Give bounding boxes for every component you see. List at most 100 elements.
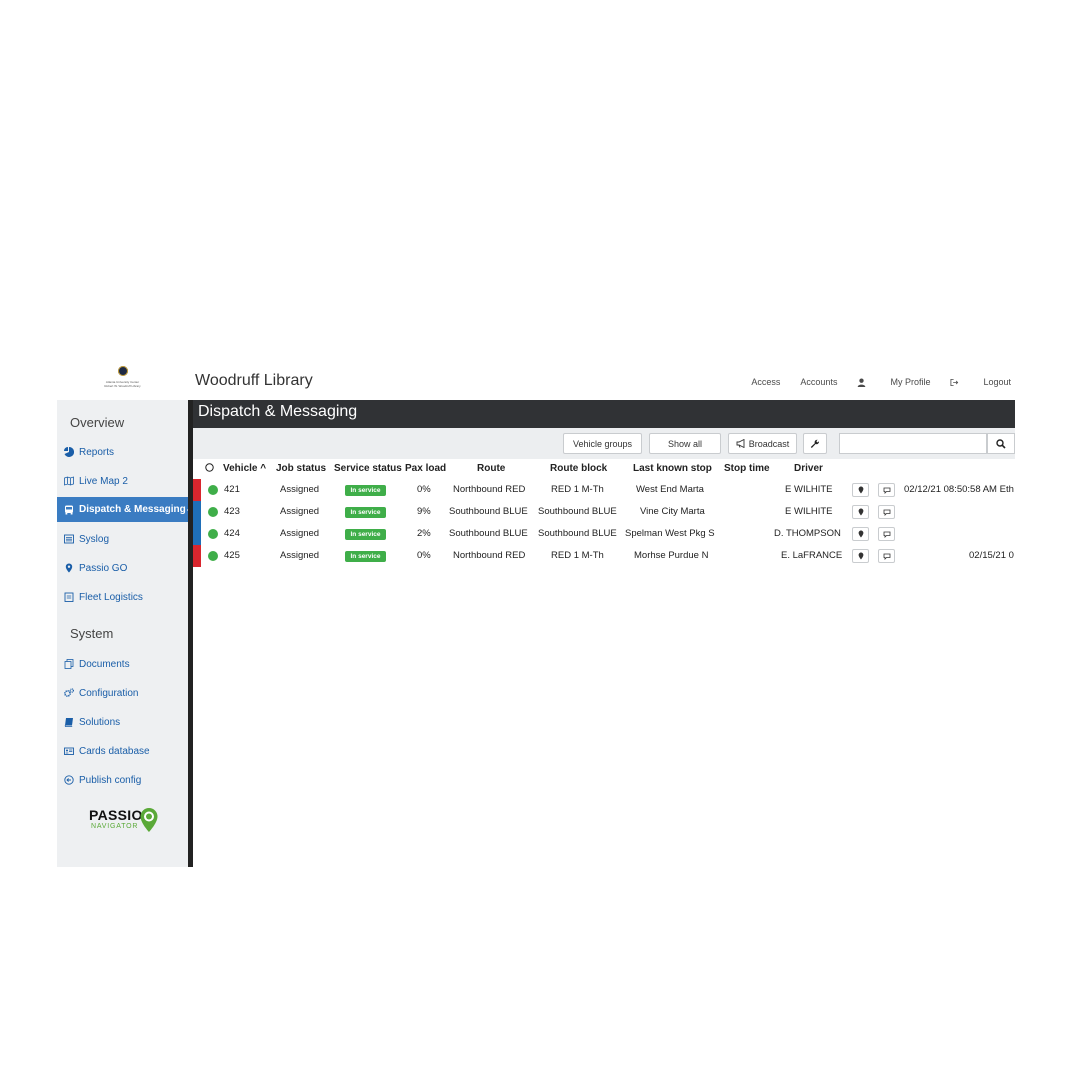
col-last-known-stop[interactable]: Last known stop xyxy=(633,463,712,474)
service-status-badge: In service xyxy=(345,485,386,496)
select-all-radio[interactable] xyxy=(205,463,214,475)
cell-last-message: 02/15/21 0 xyxy=(969,550,1014,561)
route-color-stripe xyxy=(193,545,201,567)
cell-last-known-stop: Morhse Purdue N xyxy=(634,550,709,561)
cell-pax-load: 0% xyxy=(417,550,431,561)
user-icon xyxy=(858,378,866,387)
sidebar-item-passio-go[interactable]: Passio GO xyxy=(57,557,188,579)
service-status-badge: In service xyxy=(345,551,386,562)
col-vehicle[interactable]: Vehicle ^ xyxy=(223,463,266,474)
sidebar-item-dispatch-messaging[interactable]: Dispatch & Messaging xyxy=(57,497,192,522)
sidebar-item-label: Reports xyxy=(79,446,115,458)
sidebar-item-syslog[interactable]: Syslog xyxy=(57,528,188,550)
table-row[interactable]: 425 Assigned In service 0% Northbound RE… xyxy=(193,545,1015,567)
sidebar-item-solutions[interactable]: Solutions xyxy=(57,711,188,733)
documents-icon xyxy=(64,659,74,669)
col-service-status[interactable]: Service status xyxy=(334,463,402,474)
sidebar-item-label: Configuration xyxy=(79,687,139,699)
sidebar-item-cards-database[interactable]: Cards database xyxy=(57,740,188,762)
cell-vehicle: 425 xyxy=(224,550,240,561)
settings-wrench-button[interactable] xyxy=(803,433,827,454)
wrench-icon xyxy=(810,439,820,448)
service-status-badge: In service xyxy=(345,529,386,540)
my-profile-label: My Profile xyxy=(890,377,931,387)
message-button[interactable] xyxy=(878,483,895,497)
app-title: Woodruff Library xyxy=(195,372,313,389)
col-stop-time[interactable]: Stop time xyxy=(724,463,770,474)
sidebar-item-publish-config[interactable]: Publish config xyxy=(57,769,188,791)
sidebar-item-configuration[interactable]: Configuration xyxy=(57,682,188,704)
col-job-status[interactable]: Job status xyxy=(276,463,326,474)
route-color-stripe xyxy=(193,501,201,523)
cell-vehicle: 423 xyxy=(224,506,240,517)
broadcast-label: Broadcast xyxy=(748,438,790,449)
cell-route: Southbound BLUE xyxy=(449,528,528,539)
message-button[interactable] xyxy=(878,527,895,541)
cell-last-known-stop: Spelman West Pkg S xyxy=(625,528,715,539)
access-link[interactable]: Access xyxy=(751,377,780,387)
logout-link[interactable]: Logout xyxy=(950,377,1011,387)
locate-button[interactable] xyxy=(852,527,869,541)
map-marker-icon xyxy=(858,530,863,538)
chat-bubble-icon xyxy=(883,553,890,560)
sidebar-item-label: Documents xyxy=(79,658,130,670)
broadcast-button[interactable]: Broadcast xyxy=(728,433,797,454)
my-profile-link[interactable]: My Profile xyxy=(857,377,930,387)
col-route-block[interactable]: Route block xyxy=(550,463,607,474)
list-icon xyxy=(64,534,74,544)
sidebar-item-fleet-logistics[interactable]: Fleet Logistics xyxy=(57,586,188,608)
cell-route-block: RED 1 M-Th xyxy=(551,550,604,561)
chat-bubble-icon xyxy=(883,509,890,516)
sidebar-item-reports[interactable]: Reports xyxy=(57,441,188,463)
col-route[interactable]: Route xyxy=(477,463,505,474)
table-row[interactable]: 424 Assigned In service 2% Southbound BL… xyxy=(193,523,1015,545)
col-pax-load[interactable]: Pax load xyxy=(405,463,446,474)
map-icon xyxy=(64,476,74,486)
cell-job-status: Assigned xyxy=(280,484,320,495)
circle-arrow-icon xyxy=(64,775,74,785)
accounts-link[interactable]: Accounts xyxy=(800,377,837,387)
sidebar-item-live-map-2[interactable]: Live Map 2 xyxy=(57,470,188,492)
cell-route-block: RED 1 M-Th xyxy=(551,484,604,495)
map-marker-icon xyxy=(858,508,863,516)
online-status-dot xyxy=(208,507,218,517)
clipboard-icon xyxy=(64,592,74,602)
sign-out-icon xyxy=(950,378,959,386)
show-all-button[interactable]: Show all xyxy=(649,433,721,454)
chat-bubble-icon xyxy=(883,531,890,538)
cell-job-status: Assigned xyxy=(280,528,320,539)
sidebar-item-label: Publish config xyxy=(79,774,142,786)
passio-navigator-logo: PASSIO NAVIGATOR xyxy=(87,805,177,835)
page-title: Dispatch & Messaging xyxy=(198,403,358,420)
map-marker-icon xyxy=(858,486,863,494)
route-color-stripe xyxy=(193,479,201,501)
cell-job-status: Assigned xyxy=(280,550,320,561)
table-row[interactable]: 421 Assigned In service 0% Northbound RE… xyxy=(193,479,1015,501)
cell-route-block: Southbound BLUE xyxy=(538,528,617,539)
cell-driver: E WILHITE xyxy=(785,506,833,517)
sidebar-item-documents[interactable]: Documents xyxy=(57,653,188,675)
sidebar-item-label: Passio GO xyxy=(79,562,128,574)
locate-button[interactable] xyxy=(852,549,869,563)
locate-button[interactable] xyxy=(852,483,869,497)
search-input[interactable] xyxy=(839,433,987,454)
cell-last-known-stop: Vine City Marta xyxy=(640,506,705,517)
route-color-stripe xyxy=(193,523,201,545)
overview-heading: Overview xyxy=(70,415,125,430)
cell-pax-load: 0% xyxy=(417,484,431,495)
search-button[interactable] xyxy=(987,433,1015,454)
col-driver[interactable]: Driver xyxy=(794,463,823,474)
logo-seal xyxy=(118,366,128,376)
locate-button[interactable] xyxy=(852,505,869,519)
online-status-dot xyxy=(208,485,218,495)
table-row[interactable]: 423 Assigned In service 9% Southbound BL… xyxy=(193,501,1015,523)
message-button[interactable] xyxy=(878,505,895,519)
top-nav: Access Accounts My Profile Logout xyxy=(731,377,1011,387)
logo-caption-line-2: Robert W. Woodruff Library xyxy=(104,384,141,388)
bus-icon xyxy=(65,505,73,514)
message-button[interactable] xyxy=(878,549,895,563)
cell-driver: E. LaFRANCE xyxy=(781,550,843,561)
logo[interactable]: Atlanta University Center Robert W. Wood… xyxy=(57,362,188,400)
page-header: Dispatch & Messaging xyxy=(193,400,1015,428)
vehicle-groups-button[interactable]: Vehicle groups xyxy=(563,433,642,454)
